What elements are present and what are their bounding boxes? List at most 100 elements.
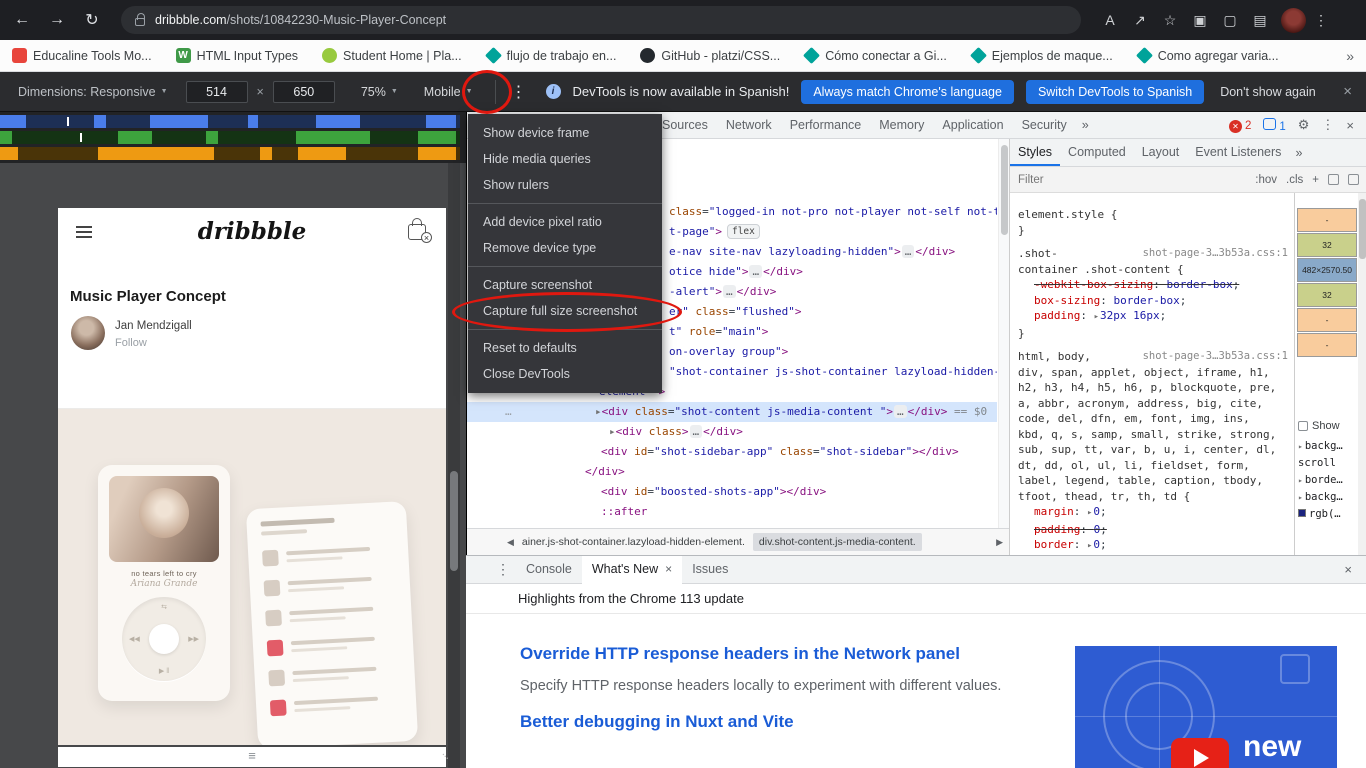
media-icon[interactable]: ▣ [1185,12,1215,29]
breadcrumb-left-icon[interactable]: ◀ [507,537,514,548]
media-query-segment[interactable] [260,147,272,160]
rule-selector[interactable]: code, del, dfn, em, font, img, ins, [1018,411,1250,427]
media-query-segment[interactable] [0,115,26,128]
menu-item-show-rulers[interactable]: Show rulers [468,172,662,198]
gutter-ellipsis-icon[interactable]: … [505,402,512,422]
computed-property[interactable]: ▸ backg… [1298,440,1359,457]
boxmodel-padding[interactable]: 32 [1297,283,1357,307]
media-query-segment[interactable] [418,131,456,144]
media-query-segment[interactable] [118,131,152,144]
menu-item-add-device-pixel-ratio[interactable]: Add device pixel ratio [468,209,662,235]
width-input[interactable] [185,80,248,103]
forward-icon[interactable]: → [44,11,70,29]
expand-arrow-icon[interactable]: ▸ [1087,508,1092,518]
rule-selector[interactable]: dt, dd, ol, ul, li, fieldset, form, [1018,458,1250,474]
whats-new-heading[interactable]: Better debugging in Nuxt and Vite [520,712,1020,732]
media-query-segment[interactable] [426,115,456,128]
translate-icon[interactable]: A [1095,12,1125,28]
tab-network[interactable]: Network [717,112,781,138]
height-input[interactable] [272,80,335,103]
lock-icon[interactable] [135,12,145,26]
styles-tab-computed[interactable]: Computed [1060,139,1134,166]
styles-filter-input[interactable] [1018,173,1138,186]
dom-tree-row[interactable]: <div id="boosted-shots-app"></div> [467,482,997,502]
rule-selector[interactable]: html, body, [1018,349,1091,365]
css-property[interactable]: border: ▸0; [1018,537,1294,555]
breadcrumb-item[interactable]: ainer.js-shot-container.lazyload-hidden-… [522,536,745,548]
media-query-segment[interactable] [0,147,18,160]
author-avatar[interactable] [71,316,105,350]
page-scroll-handle[interactable]: ≡ [58,747,446,767]
show-all-checkbox[interactable]: Show [1298,420,1340,432]
reload-icon[interactable]: ↻ [79,10,105,30]
bookmark-star-icon[interactable]: ☆ [1155,12,1185,29]
computed-property[interactable]: scroll [1298,457,1359,474]
boxmodel-padding[interactable]: 32 [1297,233,1357,257]
bookmarks-overflow-icon[interactable]: » [1346,48,1354,64]
extensions-icon[interactable]: ▢ [1215,12,1245,29]
styles-scrollbar[interactable] [1358,193,1366,555]
menu-item-show-device-frame[interactable]: Show device frame [468,120,662,146]
new-style-rule-icon[interactable]: + [1312,174,1319,186]
styles-tab-layout[interactable]: Layout [1134,139,1188,166]
boxmodel-margin[interactable]: - [1297,208,1357,232]
styles-tabs-overflow-icon[interactable]: » [1289,146,1308,160]
expand-arrow-icon[interactable]: ▸ [609,425,616,438]
bookmark-item-como-agregar-varia[interactable]: Como agregar varia... [1135,47,1279,64]
menu-item-remove-device-type[interactable]: Remove device type [468,235,662,261]
dont-show-again-button[interactable]: Don't show again [1220,85,1316,99]
drawer-tab-what-s-new[interactable]: What's New × [581,556,683,584]
shot-artwork[interactable]: no tears left to cry Ariana Grande ⇆ ◀◀ … [58,409,446,745]
computed-property[interactable]: rgb(… [1298,508,1359,525]
expand-arrow-icon[interactable]: ▸ [1298,476,1303,485]
media-query-segment[interactable] [298,147,346,160]
media-query-segment[interactable] [316,115,360,128]
window-icon[interactable]: ▤ [1245,12,1275,29]
boxmodel-margin[interactable]: - [1297,333,1357,357]
tab-memory[interactable]: Memory [870,112,933,138]
bookmark-item-ejemplos-de-maque[interactable]: Ejemplos de maque... [969,47,1113,64]
expand-arrow-icon[interactable]: ▸ [1298,493,1303,502]
dom-tree-row[interactable]: ::after [467,502,997,522]
zoom-select[interactable]: 75% ▼ [361,85,398,99]
emulation-scrollbar[interactable] [448,163,460,768]
media-query-segment[interactable] [418,147,456,160]
rule-selector[interactable]: container .shot-content { [1018,262,1184,278]
boxmodel-content[interactable]: 482×2570.50 [1297,258,1357,282]
ellipsis-expand-icon[interactable]: … [722,285,736,298]
elements-scrollbar[interactable] [998,139,1009,528]
whats-new-heading[interactable]: Override HTTP response headers in the Ne… [520,644,1020,664]
follow-button[interactable]: Follow [115,337,147,349]
expand-arrow-icon[interactable]: ▸ [1298,442,1303,451]
scrollbar-thumb[interactable] [450,471,458,571]
device-toolbar-more-icon[interactable]: ⋮ [506,82,532,102]
drawer-menu-icon[interactable]: ⋮ [496,561,510,578]
ellipsis-expand-icon[interactable]: … [749,265,763,278]
breadcrumb-right-icon[interactable]: ▶ [996,537,1003,548]
menu-item-hide-media-queries[interactable]: Hide media queries [468,146,662,172]
computed-panel-icon[interactable] [1348,174,1359,185]
expand-arrow-icon[interactable]: ▸ [595,405,602,418]
media-query-segment[interactable] [98,147,214,160]
bookmark-item-html-input-types[interactable]: W HTML Input Types [175,48,298,63]
rule-selector[interactable]: label, legend, table, caption, tbody, [1018,473,1263,489]
computed-property[interactable]: ▸ backg… [1298,491,1359,508]
rule-selector[interactable]: div, span, applet, object, iframe, h1, [1018,365,1270,381]
dom-tree-row-selected[interactable]: … ▸<div class="shot-content js-media-cont… [467,402,997,422]
rule-selector[interactable]: kbd, q, s, samp, small, strike, strong, [1018,427,1276,443]
address-bar[interactable]: dribbble.com /shots/10842230-Music-Playe… [121,6,1081,34]
media-query-bar-min-width[interactable] [0,147,460,160]
computed-property[interactable]: ▸ borde… [1298,474,1359,491]
match-language-button[interactable]: Always match Chrome's language [801,79,1014,104]
message-badge[interactable]: 1 [1263,117,1286,133]
bookmark-item-educaline-tools-mo[interactable]: Educaline Tools Mo... [12,48,152,63]
ellipsis-expand-icon[interactable]: … [689,425,703,438]
grid-editor-icon[interactable] [1328,174,1339,185]
bookmark-item-c-mo-conectar-a-gi[interactable]: Cómo conectar a Gi... [803,47,947,64]
ellipsis-expand-icon[interactable]: … [901,245,915,258]
browser-menu-icon[interactable]: ⋮ [1306,12,1336,29]
tabs-overflow-icon[interactable]: » [1076,118,1095,132]
ellipsis-expand-icon[interactable]: … [894,405,907,418]
media-query-bar-range[interactable] [0,131,460,144]
css-property[interactable]: padding: 0; [1018,522,1294,538]
